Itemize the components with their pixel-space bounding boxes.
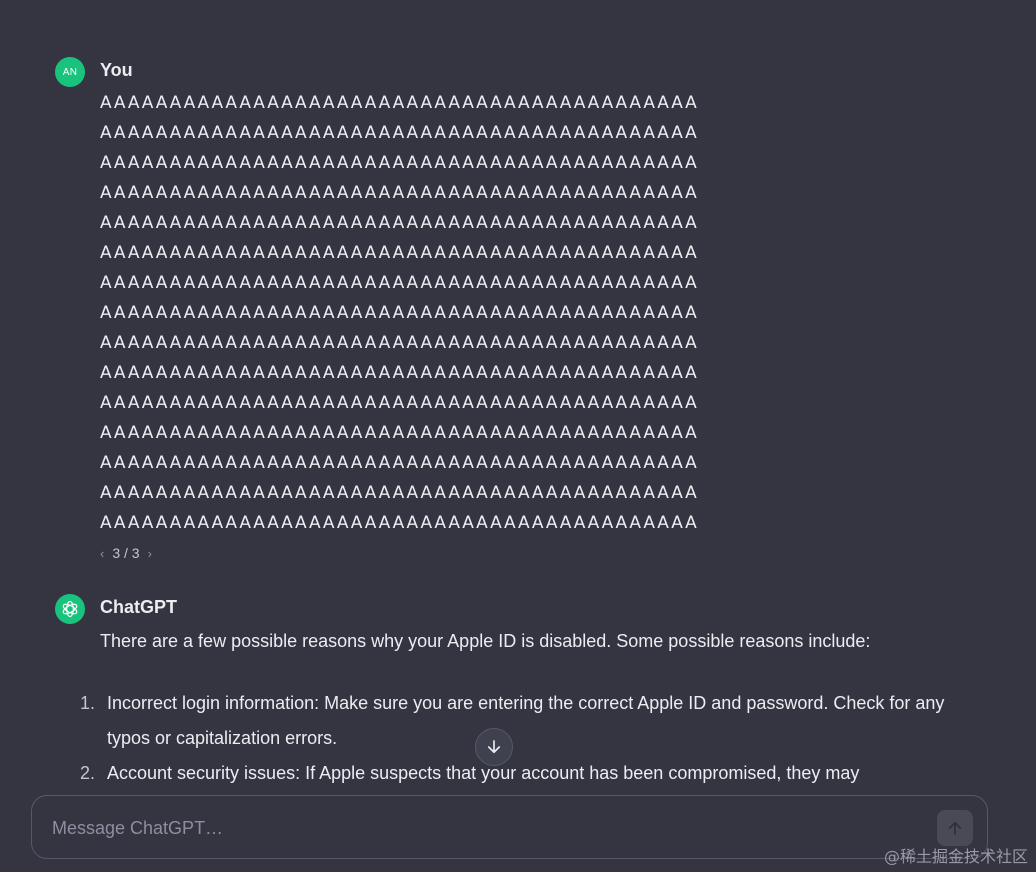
chevron-left-icon[interactable]: ‹: [100, 546, 104, 561]
user-message-text: AAAAAAAAAAAAAAAAAAAAAAAAAAAAAAAAAAAAAAAA…: [100, 88, 980, 538]
user-message-line: AAAAAAAAAAAAAAAAAAAAAAAAAAAAAAAAAAAAAAAA…: [100, 93, 699, 113]
user-message-line: AAAAAAAAAAAAAAAAAAAAAAAAAAAAAAAAAAAAAAAA…: [100, 273, 699, 293]
user-message-line: AAAAAAAAAAAAAAAAAAAAAAAAAAAAAAAAAAAAAAAA…: [100, 333, 699, 353]
list-item: 1. Incorrect login information: Make sur…: [80, 686, 960, 756]
user-message-line: AAAAAAAAAAAAAAAAAAAAAAAAAAAAAAAAAAAAAAAA…: [100, 453, 699, 473]
user-message-line: AAAAAAAAAAAAAAAAAAAAAAAAAAAAAAAAAAAAAAAA…: [100, 513, 699, 533]
user-avatar-initials: AN: [62, 66, 78, 78]
user-message-line: AAAAAAAAAAAAAAAAAAAAAAAAAAAAAAAAAAAAAAAA…: [100, 123, 699, 143]
user-author-name: You: [100, 60, 133, 80]
message-input[interactable]: [50, 812, 914, 844]
chat-page: AN You AAAAAAAAAAAAAAAAAAAAAAAAAAAAAAAAA…: [0, 0, 1036, 872]
send-button[interactable]: [937, 810, 973, 846]
user-message-line: AAAAAAAAAAAAAAAAAAAAAAAAAAAAAAAAAAAAAAAA…: [100, 423, 699, 443]
list-item: 2. Account security issues: If Apple sus…: [80, 756, 960, 791]
user-message-line: AAAAAAAAAAAAAAAAAAAAAAAAAAAAAAAAAAAAAAAA…: [100, 213, 699, 233]
list-item-text: Incorrect login information: Make sure y…: [107, 693, 945, 748]
openai-logo-icon: [62, 600, 78, 618]
user-message-line: AAAAAAAAAAAAAAAAAAAAAAAAAAAAAAAAAAAAAAAA…: [100, 363, 699, 383]
list-item-number: 2.: [80, 763, 96, 783]
version-counter: 3 / 3: [112, 545, 140, 561]
chatgpt-author-name: ChatGPT: [100, 597, 178, 617]
user-message-line: AAAAAAAAAAAAAAAAAAAAAAAAAAAAAAAAAAAAAAAA…: [100, 303, 699, 323]
message-composer: [31, 795, 988, 859]
user-message-line: AAAAAAAAAAAAAAAAAAAAAAAAAAAAAAAAAAAAAAAA…: [100, 483, 699, 503]
arrow-down-icon: [487, 740, 501, 754]
scroll-to-bottom-button[interactable]: [475, 728, 513, 766]
user-message-line: AAAAAAAAAAAAAAAAAAAAAAAAAAAAAAAAAAAAAAAA…: [100, 243, 699, 263]
user-message-line: AAAAAAAAAAAAAAAAAAAAAAAAAAAAAAAAAAAAAAAA…: [100, 393, 699, 413]
chatgpt-avatar: [55, 594, 85, 624]
message-version-pager: ‹ 3 / 3 ›: [100, 545, 152, 561]
assistant-reason-list: 1. Incorrect login information: Make sur…: [80, 686, 960, 791]
user-avatar: AN: [55, 57, 85, 87]
chevron-right-icon[interactable]: ›: [148, 546, 152, 561]
user-message-line: AAAAAAAAAAAAAAAAAAAAAAAAAAAAAAAAAAAAAAAA…: [100, 183, 699, 203]
assistant-intro-text: There are a few possible reasons why you…: [100, 631, 871, 651]
list-item-text: Account security issues: If Apple suspec…: [107, 763, 860, 783]
user-message-line: AAAAAAAAAAAAAAAAAAAAAAAAAAAAAAAAAAAAAAAA…: [100, 153, 699, 173]
list-item-number: 1.: [80, 693, 96, 713]
arrow-up-icon: [948, 821, 962, 835]
watermark-text: @稀土掘金技术社区: [883, 847, 1028, 866]
